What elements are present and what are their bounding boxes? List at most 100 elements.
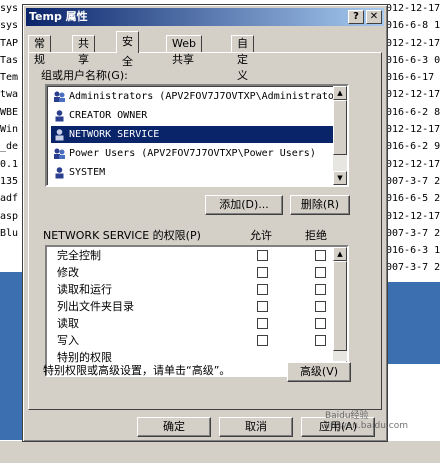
bg-file-date: 012-12-17 bbox=[386, 158, 440, 170]
deny-checkbox[interactable] bbox=[315, 301, 326, 312]
tab-security[interactable]: 安全 bbox=[116, 31, 139, 68]
permission-list-folder: 列出文件夹目录 bbox=[57, 300, 134, 313]
permission-full-control: 完全控制 bbox=[57, 249, 101, 262]
scroll-up-arrow-icon[interactable]: ▲ bbox=[333, 247, 347, 261]
bg-file-name: adf bbox=[0, 193, 19, 205]
user-name: Power Users (APV2FOV7J7OVTXP\Power Users… bbox=[69, 148, 316, 159]
scroll-up-arrow-icon[interactable]: ▲ bbox=[333, 86, 347, 100]
permissions-scrollbar[interactable]: ▲ ▼ bbox=[333, 247, 347, 375]
bg-file-name: TAP bbox=[0, 37, 19, 49]
bg-file-date: 012-12-17 bbox=[386, 210, 440, 222]
security-tab-panel: 组或用户名称(G): Administrators (APV2FOV7J7OVT… bbox=[28, 52, 382, 410]
bg-file-name: asp bbox=[0, 210, 19, 222]
help-button[interactable]: ? bbox=[348, 10, 364, 24]
bg-file-name: 0.1 bbox=[0, 158, 19, 170]
allow-checkbox[interactable] bbox=[257, 318, 268, 329]
bg-file-name: twa bbox=[0, 89, 19, 101]
tab-customize[interactable]: 自定义 bbox=[231, 35, 254, 82]
deny-checkbox[interactable] bbox=[315, 318, 326, 329]
background-file-dates: 012-12-17 016-6-8 1 012-12-17 016-6-3 0 … bbox=[386, 0, 440, 277]
close-button[interactable]: ✕ bbox=[366, 10, 382, 24]
bg-file-date: 016-6-5 2 bbox=[386, 193, 440, 205]
permissions-label: NETWORK SERVICE 的权限(P) bbox=[43, 229, 201, 242]
bg-file-date: 012-12-17 bbox=[386, 37, 440, 49]
allow-checkbox[interactable] bbox=[257, 284, 268, 295]
bg-file-name: sys bbox=[0, 3, 19, 14]
allow-column-header: 允许 bbox=[250, 229, 272, 242]
advanced-button[interactable]: 高级(V) bbox=[287, 362, 351, 382]
list-item[interactable]: Power Users (APV2FOV7J7OVTXP\Power Users… bbox=[51, 145, 333, 162]
user-name: NETWORK SERVICE bbox=[69, 129, 160, 140]
list-item[interactable]: CREATOR OWNER bbox=[51, 107, 333, 124]
dialog-titlebar[interactable]: Temp 属性 ? ✕ bbox=[26, 8, 384, 26]
user-name: SYSTEM bbox=[69, 167, 106, 178]
user-listbox[interactable]: Administrators (APV2FOV7J7OVTXP\Administ… bbox=[45, 84, 349, 187]
permission-read-execute: 读取和运行 bbox=[57, 283, 112, 296]
permission-read: 读取 bbox=[57, 317, 79, 330]
allow-checkbox[interactable] bbox=[257, 250, 268, 261]
user-group-icon bbox=[54, 91, 65, 102]
group-user-label: 组或用户名称(G): bbox=[41, 69, 128, 82]
bg-file-date: 007-3-7 2 bbox=[386, 227, 440, 239]
deny-checkbox[interactable] bbox=[315, 267, 326, 278]
bg-file-date: 016-6-3 0 bbox=[386, 54, 440, 66]
scroll-thumb[interactable] bbox=[333, 261, 347, 351]
user-icon bbox=[55, 129, 64, 141]
bg-file-date: 012-12-17 bbox=[386, 124, 440, 136]
user-icon bbox=[55, 110, 64, 122]
user-name: CREATOR OWNER bbox=[69, 110, 148, 121]
tab-web-sharing[interactable]: Web 共享 bbox=[166, 35, 202, 66]
scroll-thumb[interactable] bbox=[333, 100, 347, 155]
allow-checkbox[interactable] bbox=[257, 301, 268, 312]
remove-button[interactable]: 删除(R) bbox=[290, 195, 350, 215]
permissions-list: 完全控制 修改 读取和运行 列出文件夹目录 读取 写入 特别的权限 ▲ ▼ bbox=[45, 245, 349, 377]
bg-file-name: WBE bbox=[0, 106, 19, 118]
deny-checkbox[interactable] bbox=[315, 250, 326, 261]
user-group-icon bbox=[54, 148, 65, 159]
bg-file-date: 016-6-2 8 bbox=[386, 106, 440, 118]
bg-file-name: _de bbox=[0, 141, 19, 153]
scroll-down-arrow-icon[interactable]: ▼ bbox=[333, 171, 347, 185]
user-list-scrollbar[interactable]: ▲ ▼ bbox=[333, 86, 347, 185]
cancel-button[interactable]: 取消 bbox=[219, 417, 293, 437]
allow-checkbox[interactable] bbox=[257, 335, 268, 346]
watermark-brand: Baidu经验 bbox=[324, 411, 369, 421]
bg-file-date: 016-6-17 bbox=[386, 72, 435, 84]
permission-modify: 修改 bbox=[57, 266, 79, 279]
bg-file-name: Win bbox=[0, 124, 19, 136]
user-name: Administrators (APV2FOV7J7OVTXP\Administ… bbox=[69, 91, 349, 102]
bg-file-name: sys bbox=[0, 20, 19, 32]
user-icon bbox=[55, 167, 64, 179]
tab-sharing[interactable]: 共享 bbox=[72, 35, 95, 66]
taskbar bbox=[0, 440, 440, 463]
list-item[interactable]: Administrators (APV2FOV7J7OVTXP\Administ… bbox=[51, 88, 347, 105]
deny-checkbox[interactable] bbox=[315, 335, 326, 346]
watermark: Baidu经验 jingyan.baidu.com bbox=[325, 408, 408, 431]
bg-file-name: 135 bbox=[0, 175, 19, 187]
bg-file-date: 012-12-17 bbox=[386, 89, 440, 101]
desktop-background bbox=[386, 282, 440, 364]
permission-write: 写入 bbox=[57, 334, 79, 347]
properties-dialog: Temp 属性 ? ✕ 常规 共享 安全 Web 共享 自定义 组或用户名称(G… bbox=[22, 4, 388, 442]
bg-file-date: 007-3-7 2 bbox=[386, 262, 440, 274]
allow-checkbox[interactable] bbox=[257, 267, 268, 278]
watermark-url: jingyan.baidu.com bbox=[324, 421, 408, 431]
deny-column-header: 拒绝 bbox=[305, 229, 327, 242]
bg-file-name: Tas bbox=[0, 54, 19, 66]
add-button[interactable]: 添加(D)... bbox=[205, 195, 283, 215]
ok-button[interactable]: 确定 bbox=[137, 417, 211, 437]
bg-file-name: Blu bbox=[0, 227, 19, 239]
background-file-names: sys sys TAP Tas Tem twa WBE Win _de 0.1 … bbox=[0, 0, 24, 242]
desktop-background bbox=[0, 272, 24, 463]
deny-checkbox[interactable] bbox=[315, 284, 326, 295]
bg-file-date: 016-6-3 1 bbox=[386, 245, 440, 257]
tab-general[interactable]: 常规 bbox=[28, 35, 51, 66]
bg-file-name: Tem bbox=[0, 72, 19, 84]
bg-file-date: 016-6-2 9 bbox=[386, 141, 440, 153]
bg-file-date: 007-3-7 2 bbox=[386, 175, 440, 187]
bg-file-date: 012-12-17 bbox=[386, 3, 440, 14]
advanced-hint-text: 特别权限或高级设置，请单击“高级”。 bbox=[43, 364, 231, 377]
list-item-selected[interactable]: NETWORK SERVICE bbox=[51, 126, 333, 143]
dialog-title: Temp 属性 bbox=[29, 10, 88, 23]
list-item[interactable]: SYSTEM bbox=[51, 164, 333, 181]
